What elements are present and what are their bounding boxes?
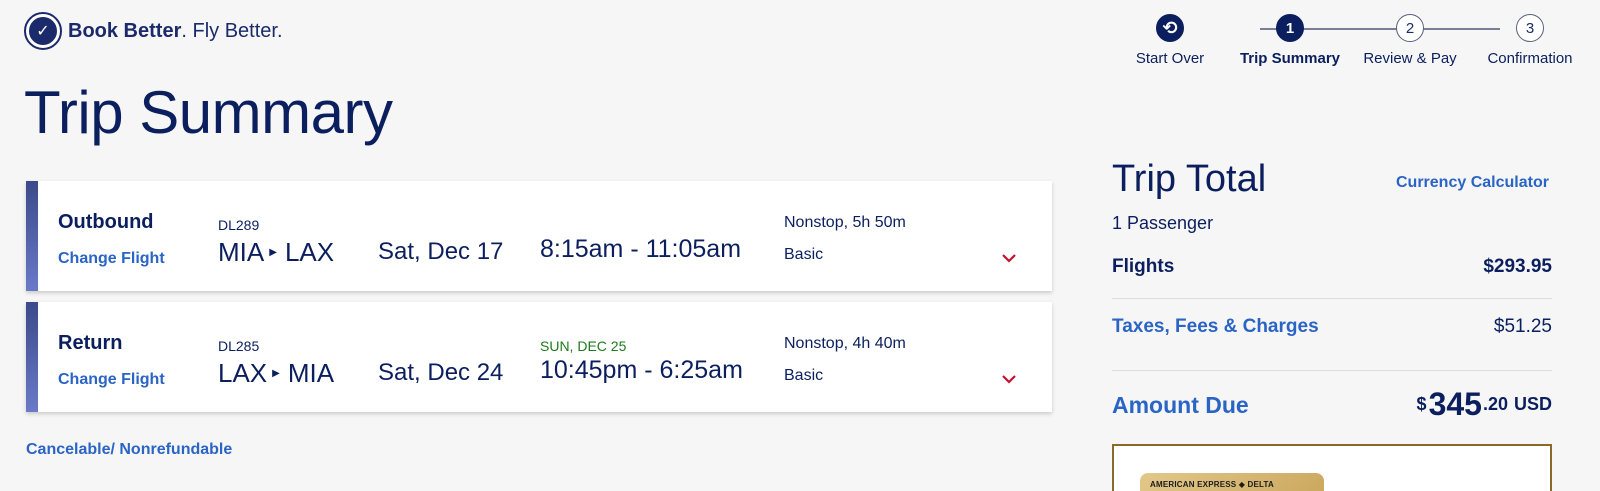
currency-calculator-link[interactable]: Currency Calculator xyxy=(1396,174,1549,192)
destination-code: MIA xyxy=(287,358,335,388)
trip-total-heading: Trip Total xyxy=(1112,158,1267,200)
step-number-2: 2 xyxy=(1396,14,1424,42)
step-label: Trip Summary xyxy=(1239,50,1341,67)
flight-times: 10:45pm - 6:25am xyxy=(540,356,743,384)
flight-times: 8:15am - 11:05am xyxy=(540,235,742,263)
credit-card-promo[interactable]: AMERICAN EXPRESS ◆ DELTA xyxy=(1112,444,1552,491)
delta-logo[interactable]: ✓ Book Better. Fly Better. xyxy=(24,12,283,50)
flight-number: DL289 xyxy=(218,217,260,233)
flight-stops-duration: Nonstop, 4h 40m xyxy=(784,335,906,352)
amount-due-row: Amount Due $345.20 USD xyxy=(1112,386,1552,423)
origin-code: MIA xyxy=(218,237,265,267)
flight-route: LAX ▶ MIA xyxy=(218,358,334,389)
amount-due-label: Amount Due xyxy=(1112,392,1249,418)
flight-date: Sat, Dec 24 xyxy=(378,359,504,386)
flight-direction: Return xyxy=(58,332,123,354)
amount-due-value: $345.20 USD xyxy=(1416,386,1552,422)
route-arrow-icon: ▶ xyxy=(269,247,277,258)
taxes-amount: $51.25 xyxy=(1493,316,1552,337)
flight-date: Sat, Dec 17 xyxy=(378,238,504,265)
amex-card-image: AMERICAN EXPRESS ◆ DELTA xyxy=(1140,473,1324,491)
divider xyxy=(1112,370,1552,371)
flight-stops-duration: Nonstop, 5h 50m xyxy=(784,214,906,231)
divider xyxy=(1112,298,1552,299)
taxes-cost-row: Taxes, Fees & Charges $51.25 xyxy=(1112,316,1552,338)
passenger-count: 1 Passenger xyxy=(1112,213,1214,233)
step-label[interactable]: Start Over xyxy=(1110,50,1230,67)
flights-cost-row: Flights $293.95 xyxy=(1112,256,1552,278)
taxes-fees-link[interactable]: Taxes, Fees & Charges xyxy=(1112,316,1319,338)
fare-class: Basic xyxy=(784,367,824,384)
flight-number: DL285 xyxy=(218,338,260,354)
change-flight-link[interactable]: Change Flight xyxy=(58,371,165,389)
logo-tagline: Book Better. Fly Better. xyxy=(68,19,283,42)
route-arrow-icon: ▶ xyxy=(272,368,280,379)
flights-amount: $293.95 xyxy=(1483,256,1552,277)
flight-card-outbound: Outbound Change Flight DL289 MIA ▶ LAX S… xyxy=(26,181,1052,291)
change-flight-link[interactable]: Change Flight xyxy=(58,250,165,268)
flights-label: Flights xyxy=(1112,256,1175,277)
step-number-3: 3 xyxy=(1516,14,1544,42)
destination-code: LAX xyxy=(284,237,335,267)
step-review-pay: 2 Review & Pay xyxy=(1350,14,1470,67)
page-title: Trip Summary xyxy=(24,79,393,146)
step-confirmation: 3 Confirmation xyxy=(1470,14,1590,67)
fare-class: Basic xyxy=(784,246,824,263)
step-start-over[interactable]: ⟲ Start Over xyxy=(1110,14,1230,67)
step-label: Review & Pay xyxy=(1363,50,1457,67)
step-number-1: 1 xyxy=(1276,14,1304,42)
delta-badge-icon: ✓ xyxy=(24,12,62,50)
flight-direction: Outbound xyxy=(58,211,154,233)
next-day-arrival-note: SUN, DEC 25 xyxy=(540,338,627,354)
chevron-down-icon[interactable] xyxy=(1000,249,1018,267)
chevron-down-icon[interactable] xyxy=(1000,370,1018,388)
step-trip-summary: 1 Trip Summary xyxy=(1230,14,1350,67)
flight-route: MIA ▶ LAX xyxy=(218,237,334,268)
origin-code: LAX xyxy=(218,358,268,388)
booking-progress-stepper: ⟲ Start Over 1 Trip Summary 2 Review & P… xyxy=(1110,14,1590,74)
fare-rules-link[interactable]: Cancelable/ Nonrefundable xyxy=(26,441,232,459)
flight-card-return: Return Change Flight DL285 LAX ▶ MIA Sat… xyxy=(26,302,1052,412)
step-label: Confirmation xyxy=(1487,50,1573,67)
start-over-icon[interactable]: ⟲ xyxy=(1156,14,1184,42)
